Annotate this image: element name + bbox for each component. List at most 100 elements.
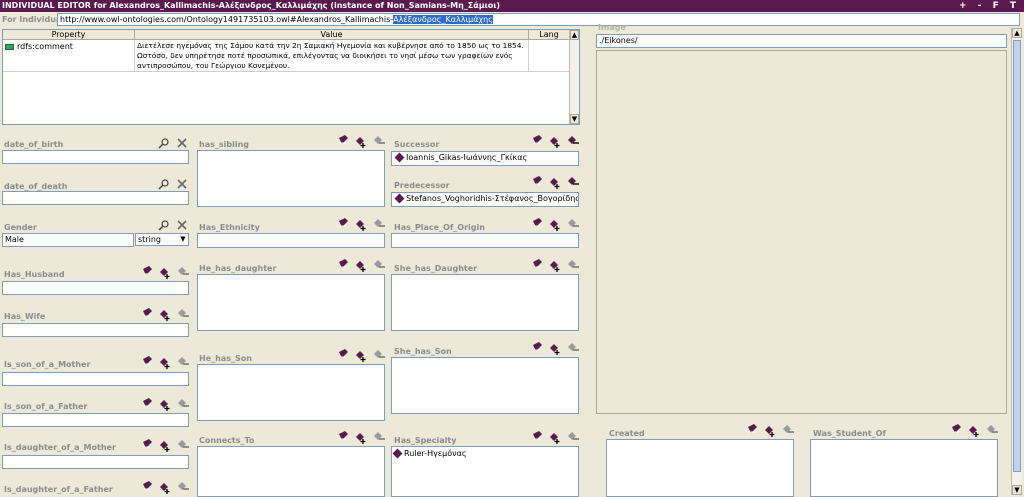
view-instance-icon[interactable]: [531, 134, 543, 146]
date-of-death-field[interactable]: [2, 191, 189, 205]
gender-type-select[interactable]: string ▼: [135, 233, 189, 246]
view-instance-icon[interactable]: [141, 265, 153, 277]
is-daughter-of-a-mother-field[interactable]: [2, 455, 189, 469]
header-lang[interactable]: Lang: [529, 30, 569, 40]
add-instance-icon[interactable]: [355, 432, 367, 444]
editor-scrollbar[interactable]: ▲ ▼: [1011, 28, 1022, 495]
view-instance-icon[interactable]: [337, 134, 349, 146]
connects-to-list[interactable]: [197, 446, 385, 497]
window-controls[interactable]: + - F T: [959, 0, 1020, 12]
has-wife-field[interactable]: [2, 323, 189, 337]
annotations-table[interactable]: Property Value Lang rdfs:comment Διετέλε…: [2, 29, 580, 125]
add-instance-icon[interactable]: [355, 260, 367, 272]
add-instance-icon[interactable]: [159, 482, 171, 494]
was-student-of-list[interactable]: [810, 439, 998, 497]
remove-instance-icon[interactable]: [177, 398, 189, 410]
view-instance-icon[interactable]: [337, 258, 349, 270]
has-husband-field[interactable]: [2, 281, 189, 295]
is-son-of-a-father-field[interactable]: [2, 413, 189, 427]
remove-instance-icon[interactable]: [373, 349, 385, 361]
row-value[interactable]: Διετέλεσε ηγεμόνας της Σάμου κατά την 2η…: [135, 40, 529, 72]
predecessor-field[interactable]: Stefanos_Voghoridhis-Στέφανος_Βογορίδης: [391, 192, 579, 207]
scroll-down-button[interactable]: ▼: [570, 114, 579, 124]
header-property[interactable]: Property: [3, 30, 135, 40]
view-instance-icon[interactable]: [141, 480, 153, 492]
remove-instance-icon[interactable]: [567, 342, 579, 354]
view-instance-icon[interactable]: [531, 341, 543, 353]
view-instance-icon[interactable]: [141, 438, 153, 450]
view-instance-icon[interactable]: [141, 307, 153, 319]
view-instance-icon[interactable]: [141, 355, 153, 367]
remove-instance-icon[interactable]: [177, 439, 189, 451]
remove-instance-icon[interactable]: [177, 308, 189, 320]
image-path-field[interactable]: ./Eikones/: [596, 34, 1007, 48]
add-instance-icon[interactable]: [764, 425, 776, 437]
add-instance-icon[interactable]: [159, 267, 171, 279]
delete-icon[interactable]: [176, 219, 188, 231]
view-instance-icon[interactable]: [337, 430, 349, 442]
add-instance-icon[interactable]: [159, 309, 171, 321]
add-instance-icon[interactable]: [549, 343, 561, 355]
has-ethnicity-field[interactable]: [197, 233, 385, 248]
he-has-daughter-list[interactable]: [197, 274, 385, 331]
remove-instance-icon[interactable]: [373, 135, 385, 147]
add-instance-icon[interactable]: [968, 425, 980, 437]
remove-instance-icon[interactable]: [177, 356, 189, 368]
add-instance-icon[interactable]: [549, 219, 561, 231]
view-instance-icon[interactable]: [531, 217, 543, 229]
remove-instance-icon[interactable]: [567, 176, 579, 188]
successor-field[interactable]: Ioannis_Gikas-Ιωάννης_Γκίκας: [391, 151, 579, 166]
remove-instance-icon[interactable]: [177, 481, 189, 493]
remove-instance-icon[interactable]: [373, 259, 385, 271]
gender-field[interactable]: Male: [2, 233, 134, 247]
add-instance-icon[interactable]: [159, 399, 171, 411]
remove-instance-icon[interactable]: [986, 424, 998, 436]
header-value[interactable]: Value: [135, 30, 529, 40]
view-instance-icon[interactable]: [531, 258, 543, 270]
add-instance-icon[interactable]: [549, 177, 561, 189]
created-list[interactable]: [606, 439, 794, 497]
scroll-up-button[interactable]: ▲: [570, 30, 579, 40]
add-instance-icon[interactable]: [159, 357, 171, 369]
remove-instance-icon[interactable]: [567, 218, 579, 230]
has-place-of-origin-field[interactable]: [391, 233, 579, 248]
has-specialty-list[interactable]: Ruler-Ηγεμόνας: [391, 446, 579, 497]
add-instance-icon[interactable]: [549, 260, 561, 272]
list-item[interactable]: Ruler-Ηγεμόνας: [392, 447, 578, 459]
view-instance-icon[interactable]: [531, 430, 543, 442]
row-lang[interactable]: [529, 40, 569, 72]
remove-instance-icon[interactable]: [373, 218, 385, 230]
search-icon[interactable]: [158, 178, 170, 190]
add-instance-icon[interactable]: [355, 350, 367, 362]
editor-scroll-thumb[interactable]: [1013, 40, 1021, 472]
table-row[interactable]: rdfs:comment Διετέλεσε ηγεμόνας της Σάμο…: [3, 40, 569, 72]
remove-instance-icon[interactable]: [567, 431, 579, 443]
view-instance-icon[interactable]: [141, 397, 153, 409]
view-instance-icon[interactable]: [531, 175, 543, 187]
view-instance-icon[interactable]: [746, 423, 758, 435]
he-has-son-list[interactable]: [197, 364, 385, 421]
add-instance-icon[interactable]: [355, 136, 367, 148]
she-has-daughter-list[interactable]: [391, 274, 579, 331]
remove-instance-icon[interactable]: [373, 431, 385, 443]
is-son-of-a-mother-field[interactable]: [2, 372, 189, 386]
chevron-down-icon[interactable]: ▼: [178, 234, 188, 245]
add-instance-icon[interactable]: [159, 440, 171, 452]
has-sibling-list[interactable]: [197, 150, 385, 207]
view-instance-icon[interactable]: [950, 423, 962, 435]
individual-url-field[interactable]: http://www.owl-ontologies.com/Ontology14…: [57, 13, 1020, 26]
remove-instance-icon[interactable]: [567, 135, 579, 147]
delete-icon[interactable]: [176, 178, 188, 190]
search-icon[interactable]: [158, 219, 170, 231]
date-of-birth-field[interactable]: [2, 150, 189, 164]
view-instance-icon[interactable]: [337, 348, 349, 360]
remove-instance-icon[interactable]: [567, 259, 579, 271]
remove-instance-icon[interactable]: [177, 266, 189, 278]
add-instance-icon[interactable]: [549, 432, 561, 444]
view-instance-icon[interactable]: [337, 217, 349, 229]
editor-scroll-up-button[interactable]: ▲: [1012, 28, 1022, 38]
add-instance-icon[interactable]: [355, 219, 367, 231]
she-has-son-list[interactable]: [391, 357, 579, 414]
annotations-scrollbar[interactable]: ▲ ▼: [569, 30, 579, 124]
delete-icon[interactable]: [176, 137, 188, 149]
